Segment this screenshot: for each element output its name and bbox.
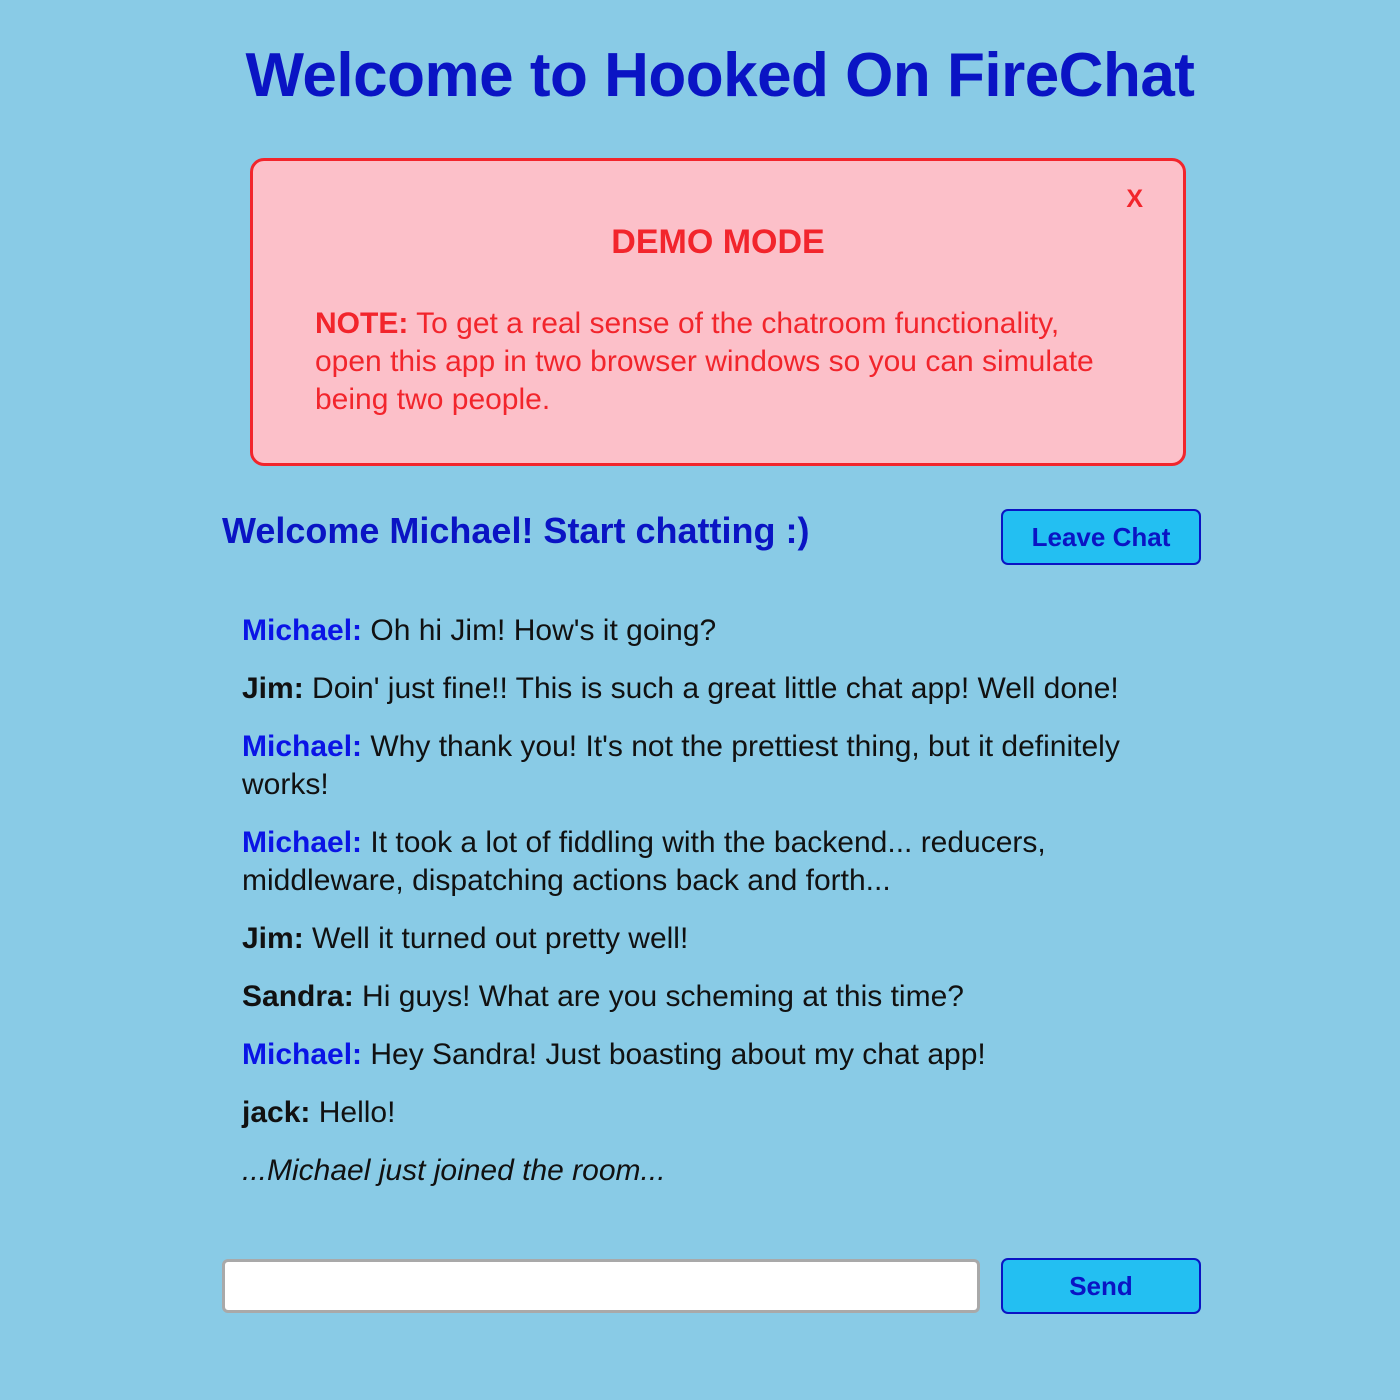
message-item: Michael: Oh hi Jim! How's it going? (242, 612, 1182, 650)
note-label: NOTE: (315, 307, 409, 340)
demo-mode-notice: X DEMO MODE NOTE: To get a real sense of… (250, 158, 1186, 466)
message-text: Oh hi Jim! How's it going? (362, 614, 717, 647)
system-message: ...Michael just joined the room... (242, 1154, 666, 1187)
message-author: Michael: (242, 730, 363, 763)
message-item: Michael: Hey Sandra! Just boasting about… (242, 1036, 1182, 1074)
page-title: Welcome to Hooked On FireChat (245, 41, 1195, 110)
close-icon[interactable]: X (1126, 185, 1143, 214)
send-button[interactable]: Send (1001, 1258, 1201, 1314)
demo-mode-title: DEMO MODE (611, 223, 825, 261)
message-author: Sandra: (242, 980, 354, 1013)
message-text: Hey Sandra! Just boasting about my chat … (362, 1038, 986, 1071)
message-author: Jim: (242, 672, 304, 705)
note-body: To get a real sense of the chatroom func… (315, 307, 1094, 416)
message-author: Michael: (242, 1038, 363, 1071)
message-item: Jim: Well it turned out pretty well! (242, 920, 1182, 958)
message-item: Michael: Why thank you! It's not the pre… (242, 728, 1182, 804)
message-text: Why thank you! It's not the prettiest th… (242, 730, 1120, 801)
message-text: Hi guys! What are you scheming at this t… (353, 980, 964, 1013)
message-author: Michael: (242, 826, 363, 859)
message-list: Michael: Oh hi Jim! How's it going? Jim:… (242, 612, 1182, 1210)
message-input[interactable] (222, 1259, 980, 1313)
message-text: It took a lot of fiddling with the backe… (242, 826, 1046, 897)
message-item: Sandra: Hi guys! What are you scheming a… (242, 978, 1182, 1016)
message-author: jack: (242, 1096, 311, 1129)
message-item: Michael: It took a lot of fiddling with … (242, 824, 1182, 900)
demo-note-text: NOTE: To get a real sense of the chatroo… (315, 305, 1103, 419)
message-item: Jim: Doin' just fine!! This is such a gr… (242, 670, 1182, 708)
leave-chat-button[interactable]: Leave Chat (1001, 509, 1201, 565)
message-text: Well it turned out pretty well! (303, 922, 689, 955)
message-text: Doin' just fine!! This is such a great l… (303, 672, 1119, 705)
message-author: Jim: (242, 922, 304, 955)
welcome-heading: Welcome Michael! Start chatting :) (222, 510, 810, 551)
message-text: Hello! (310, 1096, 396, 1129)
message-item: jack: Hello! (242, 1094, 1182, 1132)
message-author: Michael: (242, 614, 363, 647)
